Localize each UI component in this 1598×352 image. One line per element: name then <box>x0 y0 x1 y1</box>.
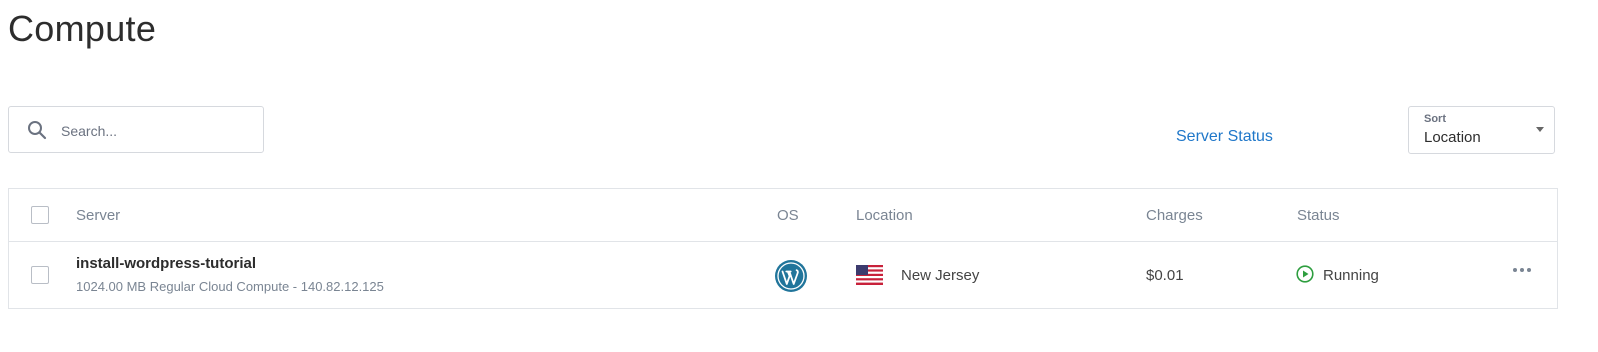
sort-label: Sort <box>1424 113 1446 125</box>
us-flag-icon <box>856 265 883 285</box>
servers-table: Server OS Location Charges Status instal… <box>8 188 1558 309</box>
server-location: New Jersey <box>901 267 980 284</box>
row-checkbox[interactable] <box>31 266 49 284</box>
more-horizontal-icon[interactable] <box>1512 265 1532 275</box>
compute-page: Compute Server Status Sort Location Serv… <box>0 0 1598 352</box>
wordpress-icon <box>775 260 807 292</box>
server-status-link[interactable]: Server Status <box>1176 128 1273 146</box>
table-row[interactable]: install-wordpress-tutorial 1024.00 MB Re… <box>9 241 1557 309</box>
sort-select[interactable]: Sort Location <box>1408 106 1555 154</box>
search-input[interactable] <box>59 119 258 143</box>
server-name[interactable]: install-wordpress-tutorial <box>76 255 256 272</box>
server-charges: $0.01 <box>1146 267 1184 284</box>
column-header-charges[interactable]: Charges <box>1146 207 1203 224</box>
server-status: Running <box>1323 267 1379 284</box>
play-circle-icon <box>1296 265 1314 283</box>
server-description: 1024.00 MB Regular Cloud Compute - 140.8… <box>76 279 384 294</box>
column-header-server[interactable]: Server <box>76 207 120 224</box>
chevron-down-icon <box>1536 127 1544 132</box>
sort-value: Location <box>1424 129 1481 146</box>
table-header: Server OS Location Charges Status <box>9 189 1557 242</box>
column-header-status[interactable]: Status <box>1297 207 1340 224</box>
column-header-location[interactable]: Location <box>856 207 913 224</box>
column-header-os[interactable]: OS <box>777 207 799 224</box>
search-box[interactable] <box>8 106 264 153</box>
search-icon <box>28 121 47 140</box>
page-title: Compute <box>8 8 157 49</box>
select-all-checkbox[interactable] <box>31 206 49 224</box>
